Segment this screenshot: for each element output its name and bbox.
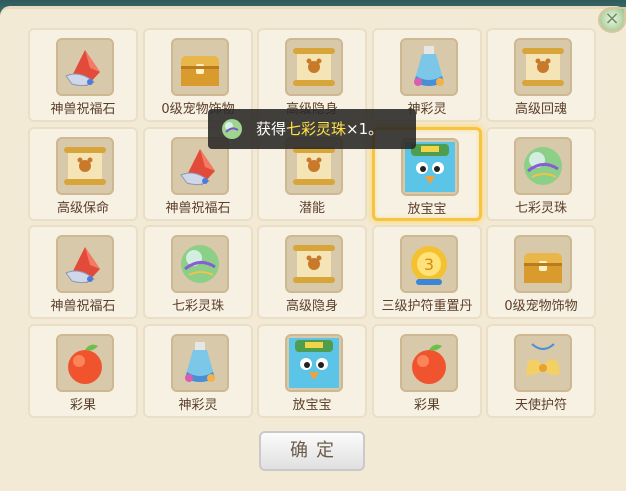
reward-grid: 神兽祝福石0级宠物饰物高级隐身神彩灵高级回魂高级保命神兽祝福石潜能放宝宝七彩灵珠… [28, 28, 598, 420]
potion-icon [414, 46, 444, 86]
toast-notification: 获得七彩灵珠×1。 [208, 109, 416, 149]
item-slot [56, 235, 114, 293]
toast-item: 七彩灵珠 [286, 120, 347, 138]
reward-label: 高级隐身 [285, 299, 338, 314]
fruit-icon [68, 344, 102, 384]
bird-pet-icon [289, 338, 339, 388]
reward-cell[interactable]: 神兽祝福石 [28, 225, 138, 319]
reward-cell[interactable]: 3 三级护符重置丹 [372, 225, 482, 319]
reward-label: 神兽祝福石 [50, 102, 116, 117]
coin-icon: 3 [411, 246, 447, 285]
reward-cell[interactable]: 0级宠物饰物 [486, 225, 596, 319]
item-slot [285, 235, 343, 293]
reward-cell[interactable]: 七彩灵珠 [486, 127, 596, 221]
item-slot [400, 38, 458, 96]
reward-label: 七彩灵珠 [514, 201, 567, 216]
toast-prefix: 获得 [256, 120, 287, 138]
reward-cell[interactable]: 七彩灵珠 [143, 225, 253, 319]
item-slot [514, 334, 572, 392]
reward-label: 神兽祝福石 [165, 201, 231, 216]
scroll-icon [293, 245, 335, 283]
reward-cell[interactable]: 神彩灵 [372, 28, 482, 122]
bird-pet-icon [405, 142, 455, 192]
reward-cell[interactable]: 天使护符 [486, 324, 596, 418]
item-slot [171, 235, 229, 293]
toast-message: 获得七彩灵珠×1。 [256, 109, 383, 149]
reward-label: 0级宠物饰物 [504, 299, 578, 314]
item-slot [171, 38, 229, 96]
scroll-icon [293, 48, 335, 86]
reward-label: 放宝宝 [407, 202, 447, 217]
reward-cell[interactable]: 神彩灵 [143, 324, 253, 418]
orb-icon [524, 147, 562, 185]
item-slot [514, 38, 572, 96]
reward-label: 神兽祝福石 [50, 299, 116, 314]
reward-cell[interactable]: 高级回魂 [486, 28, 596, 122]
close-icon[interactable]: × [598, 7, 626, 33]
item-slot [514, 235, 572, 293]
item-slot [56, 137, 114, 195]
item-slot: 3 [400, 235, 458, 293]
reward-label: 彩果 [69, 398, 96, 413]
chest-icon [524, 253, 562, 283]
crystal-icon [65, 247, 100, 284]
reward-label: 七彩灵珠 [171, 299, 224, 314]
toast-suffix: ×1。 [346, 120, 384, 138]
reward-label: 高级保命 [56, 201, 109, 216]
reward-label: 三级护符重置丹 [381, 299, 473, 314]
chest-icon [181, 56, 219, 86]
reward-cell[interactable]: 彩果 [372, 324, 482, 418]
crystal-icon [65, 50, 100, 87]
reward-label: 天使护符 [514, 398, 567, 413]
reward-label: 彩果 [413, 398, 440, 413]
reward-cell[interactable]: 神兽祝福石 [28, 28, 138, 122]
orb-icon [222, 119, 242, 139]
scroll-icon [64, 147, 106, 185]
item-slot [514, 137, 572, 195]
item-slot [171, 334, 229, 392]
item-slot [285, 334, 343, 392]
reward-cell[interactable]: 放宝宝 [257, 324, 367, 418]
item-slot [56, 38, 114, 96]
potion-icon [185, 342, 215, 382]
svg-text:3: 3 [424, 255, 434, 274]
orb-icon [181, 245, 219, 283]
reward-cell[interactable]: 高级隐身 [257, 225, 367, 319]
item-slot [285, 38, 343, 96]
scroll-icon [522, 48, 564, 86]
item-slot [400, 334, 458, 392]
item-slot [56, 334, 114, 392]
reward-cell[interactable]: 0级宠物饰物 [143, 28, 253, 122]
wing-amulet-icon [526, 343, 560, 376]
reward-label: 高级回魂 [514, 102, 567, 117]
reward-label: 神彩灵 [178, 398, 218, 413]
fruit-icon [412, 344, 446, 384]
reward-cell[interactable]: 高级保命 [28, 127, 138, 221]
reward-cell[interactable]: 彩果 [28, 324, 138, 418]
reward-cell[interactable]: 高级隐身 [257, 28, 367, 122]
reward-label: 潜能 [298, 201, 325, 216]
confirm-button[interactable]: 确定 [259, 431, 365, 471]
reward-label: 放宝宝 [292, 398, 332, 413]
